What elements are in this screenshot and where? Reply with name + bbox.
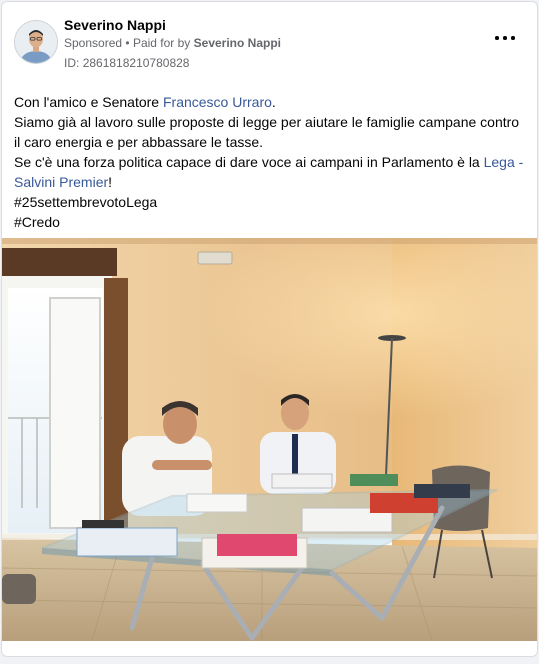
post-image[interactable] bbox=[2, 238, 537, 641]
ad-id-label: ID: bbox=[64, 56, 80, 70]
post-line-3: Se c'è una forza politica capace di dare… bbox=[14, 154, 524, 190]
paid-for-prefix: Paid for by bbox=[132, 36, 191, 50]
ad-id-value: 2861818210780828 bbox=[82, 56, 190, 70]
more-options-button[interactable] bbox=[495, 32, 515, 44]
sponsored-label: Sponsored bbox=[64, 36, 123, 50]
mention-francesco-urraro[interactable]: Francesco Urraro bbox=[163, 94, 272, 110]
hashtag-credo[interactable]: #Credo bbox=[14, 212, 529, 232]
more-horizontal-icon bbox=[495, 36, 499, 40]
page-name[interactable]: Severino Nappi bbox=[64, 17, 166, 33]
separator-dot: • bbox=[125, 36, 130, 50]
post-line-1: Con l'amico e Senatore Francesco Urraro. bbox=[14, 94, 276, 110]
ad-id: ID: 2861818210780828 bbox=[64, 56, 189, 70]
sponsored-line: Sponsored • Paid for by Severino Nappi bbox=[64, 36, 281, 50]
page-avatar[interactable] bbox=[14, 20, 58, 64]
office-photo bbox=[2, 238, 537, 641]
post-line-2: Siamo già al lavoro sulle proposte di le… bbox=[14, 114, 520, 150]
avatar-image bbox=[15, 21, 57, 63]
paid-for-name: Severino Nappi bbox=[193, 36, 282, 50]
post-text: Con l'amico e Senatore Francesco Urraro.… bbox=[14, 92, 529, 232]
ad-card: Severino Nappi Sponsored • Paid for by S… bbox=[1, 1, 538, 657]
hashtag-25settembrevotolega[interactable]: #25settembrevotoLega bbox=[14, 192, 529, 212]
